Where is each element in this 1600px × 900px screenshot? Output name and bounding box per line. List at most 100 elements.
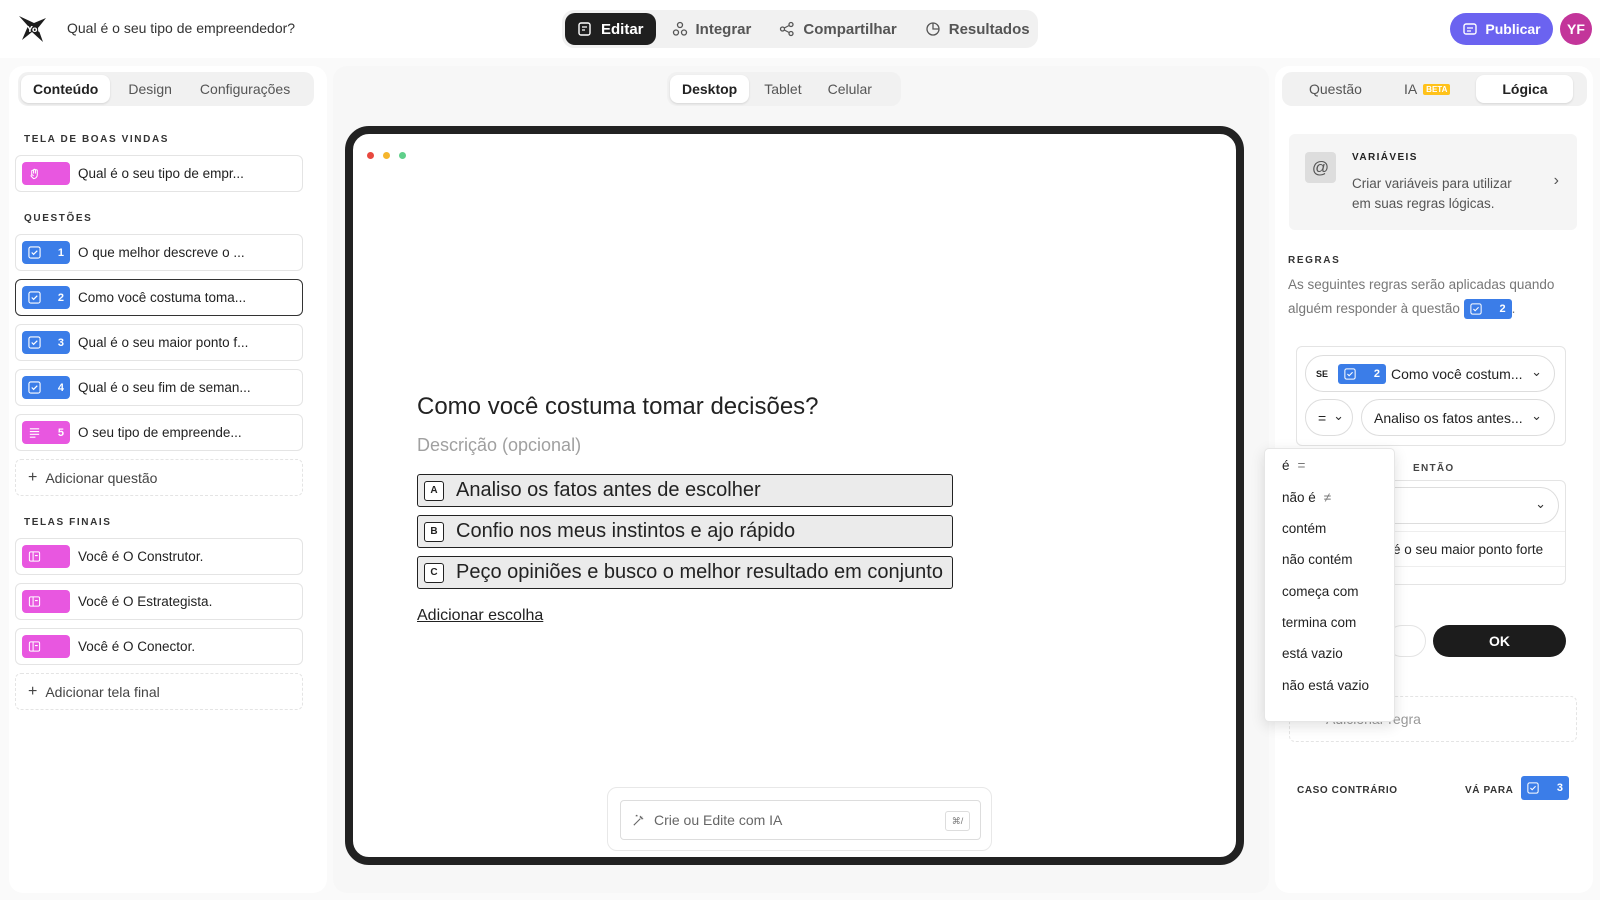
goto-question-badge[interactable]: 3: [1521, 776, 1569, 800]
welcome-screen-item[interactable]: Qual é o seu tipo de empr...: [15, 155, 303, 192]
operator-option-nao-esta-vazio[interactable]: não está vazio: [1282, 678, 1369, 693]
tab-logica[interactable]: Lógica: [1476, 75, 1574, 103]
edit-icon: [578, 22, 591, 36]
ai-input[interactable]: Crie ou Edite com IA ⌘/: [620, 800, 981, 840]
questions-section-label: QUESTÕES: [24, 213, 93, 224]
plus-icon: +: [28, 682, 38, 700]
ending-badge: [22, 635, 70, 658]
rules-description: As seguintes regras serão aplicadas quan…: [1288, 273, 1583, 321]
results-icon: [926, 22, 940, 36]
question-item-2[interactable]: 2 Como você costuma toma...: [15, 279, 303, 316]
checkbox-icon: [28, 246, 41, 259]
question-title[interactable]: Como você costuma tomar decisões?: [417, 393, 819, 421]
value-select[interactable]: Analiso os fatos antes... ⌄: [1361, 399, 1555, 436]
user-avatar[interactable]: YF: [1560, 13, 1592, 45]
add-ending-button[interactable]: + Adicionar tela final: [15, 673, 303, 710]
goto-label: VÁ PARA: [1465, 785, 1514, 796]
checkbox-icon: [1344, 367, 1356, 380]
beta-badge: BETA: [1423, 83, 1451, 95]
chevron-down-icon: ⌄: [1535, 496, 1546, 511]
operator-option-e[interactable]: é =: [1282, 458, 1305, 473]
plus-icon: +: [28, 468, 38, 486]
ending-screen-icon: [28, 551, 41, 562]
add-question-button[interactable]: + Adicionar questão: [15, 459, 303, 496]
main-tabs: Editar Integrar Compartilhar Resultados: [562, 10, 1038, 48]
question-badge: 1: [22, 241, 70, 264]
choice-b[interactable]: B Confio nos meus instintos e ajo rápido: [417, 515, 953, 548]
left-tabs: Conteúdo Design Configurações: [18, 72, 314, 106]
window-dots: [367, 152, 415, 159]
ending-badge: [22, 590, 70, 613]
top-bar: You Qual é o seu tipo de empreendedor? E…: [0, 0, 1600, 58]
ending-item-3[interactable]: Você é O Conector.: [15, 628, 303, 665]
operator-option-comeca-com[interactable]: começa com: [1282, 584, 1359, 599]
choice-c[interactable]: C Peço opiniões e busco o melhor resulta…: [417, 556, 953, 589]
operator-dropdown-menu: é = não é ≠ contém não contém começa com t…: [1264, 448, 1395, 722]
then-label: ENTÃO: [1413, 463, 1455, 474]
else-label: CASO CONTRÁRIO: [1297, 785, 1398, 796]
tab-design[interactable]: Design: [116, 75, 184, 103]
question-item-1[interactable]: 1 O que melhor descreve o ...: [15, 234, 303, 271]
choice-key: A: [424, 480, 444, 501]
tab-editar[interactable]: Editar: [565, 13, 656, 45]
youform-logo[interactable]: You: [16, 12, 48, 44]
question-ref-badge: 2: [1338, 363, 1387, 384]
question-ref-badge: 2: [1463, 299, 1512, 320]
publish-button[interactable]: Publicar: [1450, 13, 1553, 45]
tab-resultados[interactable]: Resultados: [913, 13, 1042, 45]
question-badge: 5: [22, 421, 70, 444]
ending-item-1[interactable]: Você é O Construtor.: [15, 538, 303, 575]
right-tabs: Questão IA BETA Lógica: [1282, 72, 1587, 106]
question-item-4[interactable]: 4 Qual é o seu fim de seman...: [15, 369, 303, 406]
choice-a[interactable]: A Analiso os fatos antes de escolher: [417, 474, 953, 507]
ok-button[interactable]: OK: [1433, 625, 1566, 657]
tab-tablet[interactable]: Tablet: [752, 75, 813, 103]
publish-icon: [1463, 23, 1478, 35]
welcome-badge: [22, 162, 70, 185]
operator-option-esta-vazio[interactable]: está vazio: [1282, 646, 1343, 661]
tab-compartilhar[interactable]: Compartilhar: [767, 13, 908, 45]
chevron-down-icon: ⌄: [1333, 408, 1344, 423]
then-action-box: ⌄ é o seu maior ponto forte: [1386, 480, 1566, 585]
operator-option-nao-contem[interactable]: não contém: [1282, 552, 1353, 567]
tab-ia[interactable]: IA BETA: [1392, 75, 1462, 103]
integrations-icon: [672, 21, 687, 36]
question-description[interactable]: Descrição (opcional): [417, 435, 581, 456]
tab-conteudo[interactable]: Conteúdo: [21, 75, 111, 103]
shortcut-hint: ⌘/: [945, 811, 970, 831]
ending-item-2[interactable]: Você é O Estrategista.: [15, 583, 303, 620]
operator-option-termina-com[interactable]: termina com: [1282, 615, 1356, 630]
tab-integrar[interactable]: Integrar: [660, 13, 764, 45]
magic-wand-icon: [633, 814, 644, 826]
chevron-down-icon: ⌄: [1531, 364, 1542, 379]
endings-section-label: TELAS FINAIS: [24, 517, 112, 528]
device-frame: Como você costuma tomar decisões? Descri…: [345, 126, 1244, 865]
operator-option-nao-e[interactable]: não é ≠: [1282, 490, 1331, 505]
tab-questao[interactable]: Questão: [1297, 75, 1374, 103]
at-sign-icon: @: [1305, 152, 1336, 183]
if-question-select[interactable]: SE 2 Como você costum... ⌄: [1305, 355, 1555, 392]
svg-text:You: You: [26, 25, 44, 34]
tab-desktop[interactable]: Desktop: [670, 75, 750, 103]
choice-key: B: [424, 521, 444, 542]
rules-section-label: REGRAS: [1288, 255, 1341, 266]
ending-screen-icon: [28, 641, 41, 652]
question-item-3[interactable]: 3 Qual é o seu maior ponto f...: [15, 324, 303, 361]
operator-select[interactable]: = ⌄: [1305, 399, 1353, 436]
destination-question[interactable]: é o seu maior ponto forte: [1387, 531, 1565, 567]
checkbox-icon: [1469, 303, 1482, 316]
checkbox-icon: [28, 291, 41, 304]
share-icon: [780, 21, 795, 37]
action-select[interactable]: ⌄: [1387, 487, 1559, 524]
chevron-right-icon: ›: [1553, 172, 1559, 189]
checkbox-icon: [1527, 782, 1539, 794]
ai-prompt-box: Crie ou Edite com IA ⌘/: [607, 787, 992, 851]
question-item-5[interactable]: 5 O seu tipo de empreende...: [15, 414, 303, 451]
tab-celular[interactable]: Celular: [816, 75, 884, 103]
operator-option-contem[interactable]: contém: [1282, 521, 1326, 536]
tab-configuracoes[interactable]: Configurações: [188, 75, 302, 103]
add-choice-link[interactable]: Adicionar escolha: [417, 607, 543, 625]
form-title[interactable]: Qual é o seu tipo de empreendedor?: [67, 20, 295, 36]
variables-card[interactable]: @ VARIÁVEIS Criar variáveis para utiliza…: [1289, 134, 1577, 230]
dot-green: [399, 152, 406, 159]
